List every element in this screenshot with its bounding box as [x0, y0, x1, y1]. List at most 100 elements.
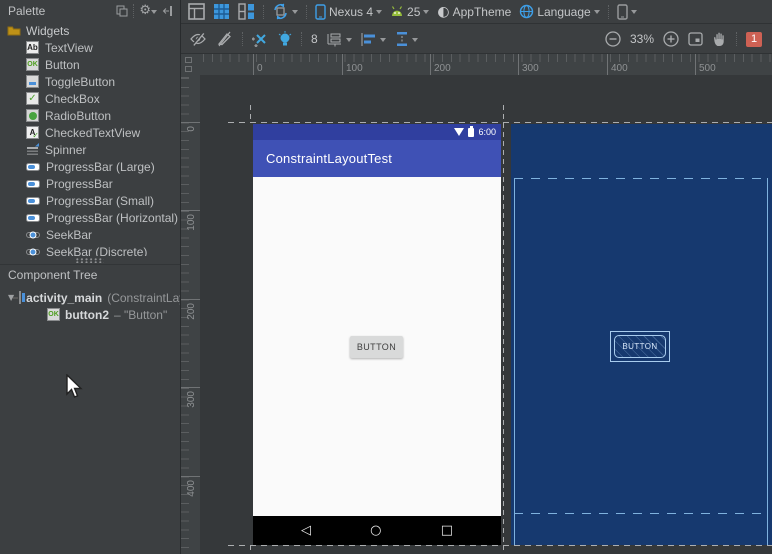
button-selection-box[interactable]: BUTTON — [610, 331, 670, 362]
selection-dash-stub — [250, 105, 251, 122]
gear-icon[interactable]: ⚙ — [139, 5, 157, 17]
autoconnect-button[interactable] — [216, 31, 233, 47]
selection-dash-stub — [503, 545, 504, 554]
palette-item-label: SeekBar (Discrete) — [46, 245, 147, 257]
zoom-to-fit-button[interactable] — [688, 32, 703, 46]
pan-hand-button[interactable] — [712, 31, 727, 47]
api-version-selector[interactable]: 25 — [390, 5, 429, 19]
palette-item-spinner[interactable]: Spinner — [0, 141, 180, 158]
blueprint-mode-button[interactable] — [213, 3, 230, 20]
button-icon-glyph: OK — [48, 311, 59, 318]
selection-dash-top — [228, 122, 772, 123]
design-and-blueprint-mode-button[interactable] — [238, 3, 255, 20]
blueprint-view[interactable]: BUTTON — [511, 124, 772, 545]
zoom-in-button[interactable] — [663, 31, 679, 47]
panel-splitter[interactable] — [0, 256, 180, 264]
blueprint-root-bottom-edge — [514, 513, 768, 514]
component-type: (ConstraintLayout) — [107, 291, 180, 305]
palette-item-button[interactable]: OK Button — [0, 56, 180, 73]
status-bar: 6:00 — [253, 124, 501, 140]
palette-item-label: TextView — [45, 41, 93, 55]
app-bar: ConstraintLayoutTest — [253, 140, 501, 177]
navigation-bar: ◁ ○ □ — [253, 516, 501, 545]
separator — [263, 5, 264, 19]
palette-item-progressbar-large[interactable]: ProgressBar (Large) — [0, 158, 180, 175]
device-selector[interactable]: Nexus 4 — [315, 4, 382, 20]
theme-selector[interactable]: ◐ AppTheme — [437, 4, 511, 20]
zoom-out-button[interactable] — [605, 31, 621, 47]
tree-item-button2[interactable]: OK button2 – "Button" — [0, 306, 180, 323]
ruler-tick-label: 400 — [607, 54, 628, 75]
design-mode-button[interactable] — [188, 3, 205, 20]
checkbox-icon: ✓ — [26, 92, 39, 105]
palette-item-checkbox[interactable]: ✓ CheckBox — [0, 90, 180, 107]
palette-item-textview[interactable]: Ab TextView — [0, 39, 180, 56]
palette-title: Palette — [8, 4, 45, 18]
infer-constraints-button[interactable] — [278, 31, 292, 48]
palette-item-label: CheckBox — [45, 92, 100, 106]
component-tree-title: Component Tree — [8, 268, 97, 282]
guidelines-button[interactable] — [327, 32, 352, 47]
palette-item-progressbar[interactable]: ProgressBar — [0, 175, 180, 192]
palette-item-label: ProgressBar (Large) — [46, 160, 155, 174]
separator — [306, 5, 307, 19]
progressbar-icon — [26, 194, 40, 207]
device-label: Nexus 4 — [329, 5, 373, 19]
language-label: Language — [537, 5, 590, 19]
align-button[interactable] — [361, 32, 386, 47]
button-widget-blueprint[interactable]: BUTTON — [614, 335, 666, 358]
theme-label: AppTheme — [453, 5, 512, 19]
virtual-device-selector[interactable] — [617, 4, 637, 20]
hide-panel-icon[interactable] — [162, 5, 174, 17]
chevron-down-icon — [346, 38, 352, 45]
component-text-value: – "Button" — [114, 308, 167, 322]
orientation-button[interactable] — [272, 3, 298, 20]
button-widget[interactable]: BUTTON — [350, 336, 403, 358]
palette-item-label: SeekBar — [46, 228, 92, 242]
palette-header: Palette ⚙ — [0, 0, 180, 22]
palette-item-label: ProgressBar (Horizontal) — [46, 211, 178, 225]
folder-icon — [7, 25, 21, 37]
palette-item-radiobutton[interactable]: RadioButton — [0, 107, 180, 124]
palette-item-label: RadioButton — [45, 109, 111, 123]
design-surface[interactable]: 6:00 ConstraintLayoutTest BUTTON ◁ ○ □ B… — [200, 75, 772, 554]
clear-constraints-button[interactable] — [252, 31, 269, 47]
constraint-layout-root[interactable]: BUTTON — [253, 177, 501, 516]
palette-item-progressbar-horizontal[interactable]: ProgressBar (Horizontal) — [0, 209, 180, 226]
language-selector[interactable]: Language — [519, 4, 599, 19]
editor-mode-toolbar: Nexus 4 25 ◐ AppTheme Language — [181, 0, 772, 24]
theme-icon: ◐ — [437, 4, 449, 20]
pack-expand-button[interactable] — [395, 31, 418, 47]
tree-item-activity-main[interactable]: ▼ activity_main (ConstraintLayout) — [0, 289, 180, 306]
error-count-badge[interactable]: 1 — [746, 32, 762, 47]
palette-item-seekbar[interactable]: SeekBar — [0, 226, 180, 243]
palette-item-progressbar-small[interactable]: ProgressBar (Small) — [0, 192, 180, 209]
home-icon: ○ — [370, 523, 381, 538]
ruler-tick-label: 500 — [695, 54, 716, 75]
textview-icon-glyph: Ab — [27, 43, 38, 52]
chevron-down-icon — [423, 10, 429, 17]
ruler-tick-label: 400 — [186, 480, 197, 497]
back-icon: ◁ — [301, 523, 311, 538]
constraint-toolbar: 8 33% 1 — [181, 25, 772, 53]
selection-dash-stub — [250, 545, 251, 554]
palette-item-seekbar-discrete[interactable]: SeekBar (Discrete) — [0, 243, 180, 256]
ruler-corner — [181, 53, 200, 75]
default-margin-value[interactable]: 8 — [311, 32, 318, 46]
palette-item-label: ToggleButton — [45, 75, 115, 89]
show-constraints-button[interactable] — [189, 31, 207, 47]
button-icon: OK — [26, 58, 39, 71]
component-tree-header: Component Tree — [0, 264, 180, 284]
palette-group-widgets[interactable]: Widgets — [0, 22, 180, 39]
chevron-down-icon — [631, 10, 637, 17]
palette-item-togglebutton[interactable]: ToggleButton — [0, 73, 180, 90]
copy-icon[interactable] — [116, 5, 128, 17]
left-panel: Palette ⚙ Widgets Ab TextView OK Button … — [0, 0, 181, 554]
ruler-tick-label: 100 — [342, 54, 363, 75]
palette-item-checkedtextview[interactable]: A✓ CheckedTextView — [0, 124, 180, 141]
radiobutton-icon — [26, 109, 39, 122]
phone-icon — [617, 4, 628, 20]
spinner-icon — [26, 143, 39, 156]
wifi-icon — [454, 128, 464, 136]
design-view[interactable]: 6:00 ConstraintLayoutTest BUTTON ◁ ○ □ — [253, 124, 501, 545]
